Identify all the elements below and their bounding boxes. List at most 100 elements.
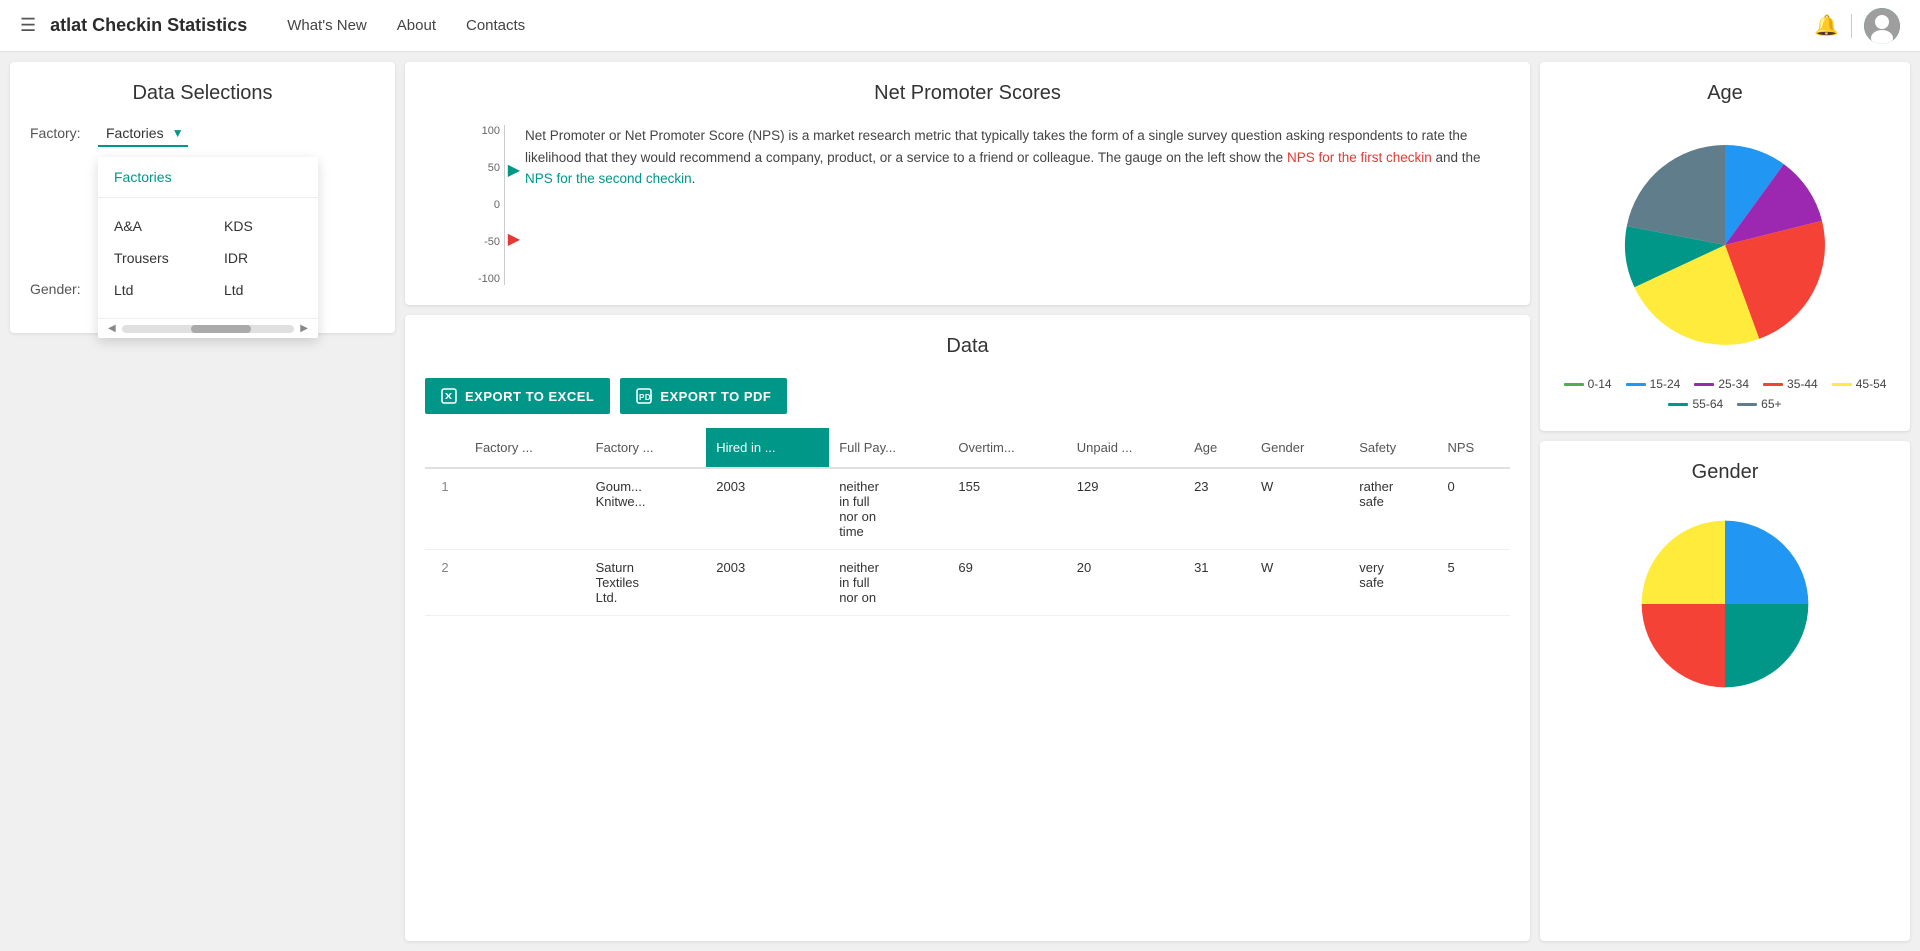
legend-55-64: 55-64 [1668,397,1723,411]
dropdown-item-ltd2[interactable]: Ltd [208,274,318,306]
dropdown-items-grid: A&A Trousers Ltd KDS IDR Ltd [98,198,318,318]
age-title: Age [1560,82,1890,105]
export-pdf-button[interactable]: PDF EXPORT TO PDF [620,378,787,414]
nav-about[interactable]: About [397,17,436,34]
dropdown-item-aa[interactable]: A&A [98,210,208,242]
row2-fullpay: neitherin fullnor on [829,550,948,616]
legend-45-54: 45-54 [1832,377,1887,391]
dropdown-item-idr[interactable]: IDR [208,242,318,274]
nps-link-first[interactable]: NPS for the first checkin [1287,150,1432,165]
row1-fullpay: neitherin fullnor ontime [829,468,948,550]
gender-label: Gender: [30,281,90,297]
legend-dot-45-54 [1832,383,1852,386]
col-factory2-header: Factory ... [586,428,707,468]
data-actions: EXPORT TO EXCEL PDF EXPORT TO PDF [425,378,1510,414]
col-overtime-header: Overtim... [948,428,1066,468]
col-num-header [425,428,465,468]
svg-text:PDF: PDF [639,393,652,402]
dropdown-scrollbar: ◀ ▶ [98,318,318,338]
factory-dropdown-menu: Factories A&A Trousers Ltd KDS IDR Ltd [98,157,318,338]
notification-bell-icon[interactable]: 🔔 [1814,13,1839,38]
table-header: Factory ... Factory ... Hired in ... Ful… [425,428,1510,468]
header-right: 🔔 [1814,8,1900,44]
dropdown-item-kds[interactable]: KDS [208,210,318,242]
row2-safety: verysafe [1349,550,1437,616]
data-table-container[interactable]: Factory ... Factory ... Hired in ... Ful… [425,428,1510,616]
header-divider [1851,14,1852,38]
col-age-header: Age [1184,428,1251,468]
row1-gender: W [1251,468,1349,550]
hamburger-menu-icon[interactable]: ☰ [20,15,36,36]
dropdown-col-2: KDS IDR Ltd [208,206,318,310]
row2-hired: 2003 [706,550,829,616]
nps-end-text: . [692,171,696,186]
scroll-right-icon[interactable]: ▶ [298,323,310,334]
scroll-left-icon[interactable]: ◀ [106,323,118,334]
row2-overtime: 69 [948,550,1066,616]
nav-contacts[interactable]: Contacts [466,17,525,34]
data-title: Data [425,335,1510,358]
factory-label: Factory: [30,125,90,141]
gauge-neg50: -50 [484,236,500,248]
row1-safety: rathersafe [1349,468,1437,550]
col-gender-header: Gender [1251,428,1349,468]
factory-select-wrapper: Factories ▼ Factories A&A Trousers Ltd [98,125,188,141]
gauge-50: 50 [488,162,500,174]
scrollbar-track [122,325,295,333]
legend-label-25-34: 25-34 [1718,377,1749,391]
row1-factory1 [465,468,586,550]
legend-65plus: 65+ [1737,397,1781,411]
gauge-neg100: -100 [478,273,500,285]
col-nps-header: NPS [1437,428,1510,468]
gauge-100: 100 [482,125,500,137]
gauge-0: 0 [494,199,500,211]
nav-whats-new[interactable]: What's New [287,17,367,34]
dropdown-item-trousers[interactable]: Trousers [98,242,208,274]
data-selections-title: Data Selections [30,82,375,105]
excel-icon [441,388,457,404]
center-panel: Net Promoter Scores 100 50 0 -50 -100 ▶ … [405,62,1530,941]
nps-link-second[interactable]: NPS for the second checkin [525,171,692,186]
row1-unpaid: 129 [1067,468,1184,550]
row2-factory1 [465,550,586,616]
dropdown-item-ltd1[interactable]: Ltd [98,274,208,306]
row1-nps: 0 [1437,468,1510,550]
legend-dot-35-44 [1763,383,1783,386]
legend-label-65plus: 65+ [1761,397,1781,411]
row1-factory2: Goum...Knitwe... [586,468,707,550]
legend-35-44: 35-44 [1763,377,1818,391]
legend-15-24: 15-24 [1626,377,1681,391]
table-row: 2 SaturnTextilesLtd. 2003 neitherin full… [425,550,1510,616]
gauge-arrow-down-icon: ▶ [508,229,520,249]
gender-pie-container [1560,504,1890,704]
export-pdf-label: EXPORT TO PDF [660,389,771,404]
app-brand: atlat Checkin Statistics [50,15,247,36]
gender-pie-chart [1605,504,1845,704]
row2-unpaid: 20 [1067,550,1184,616]
nps-gauge: 100 50 0 -50 -100 ▶ ▶ [425,125,505,285]
row2-age: 31 [1184,550,1251,616]
gauge-scale: 100 50 0 -50 -100 ▶ ▶ [425,125,505,285]
nps-mid-text: and the [1432,150,1481,165]
row2-nps: 5 [1437,550,1510,616]
table-row: 1 Goum...Knitwe... 2003 neitherin fullno… [425,468,1510,550]
pdf-icon: PDF [636,388,652,404]
gender-card: Gender [1540,441,1910,941]
factory-select[interactable]: Factories [98,121,188,147]
factory-field-row: Factory: Factories ▼ Factories A&A Trous… [30,125,375,141]
nps-card: Net Promoter Scores 100 50 0 -50 -100 ▶ … [405,62,1530,305]
gauge-arrow-up-icon: ▶ [508,160,520,180]
legend-label-55-64: 55-64 [1692,397,1723,411]
avatar[interactable] [1864,8,1900,44]
export-excel-button[interactable]: EXPORT TO EXCEL [425,378,610,414]
col-factory1-header: Factory ... [465,428,586,468]
table-body: 1 Goum...Knitwe... 2003 neitherin fullno… [425,468,1510,616]
header: ☰ atlat Checkin Statistics What's New Ab… [0,0,1920,52]
dropdown-col-1: A&A Trousers Ltd [98,206,208,310]
scrollbar-thumb [191,325,251,333]
dropdown-header: Factories [98,157,318,198]
legend-label-15-24: 15-24 [1650,377,1681,391]
col-hired-header: Hired in ... [706,428,829,468]
main-nav: What's New About Contacts [287,17,1814,34]
left-panel: Data Selections Factory: Factories ▼ Fac… [10,62,395,941]
